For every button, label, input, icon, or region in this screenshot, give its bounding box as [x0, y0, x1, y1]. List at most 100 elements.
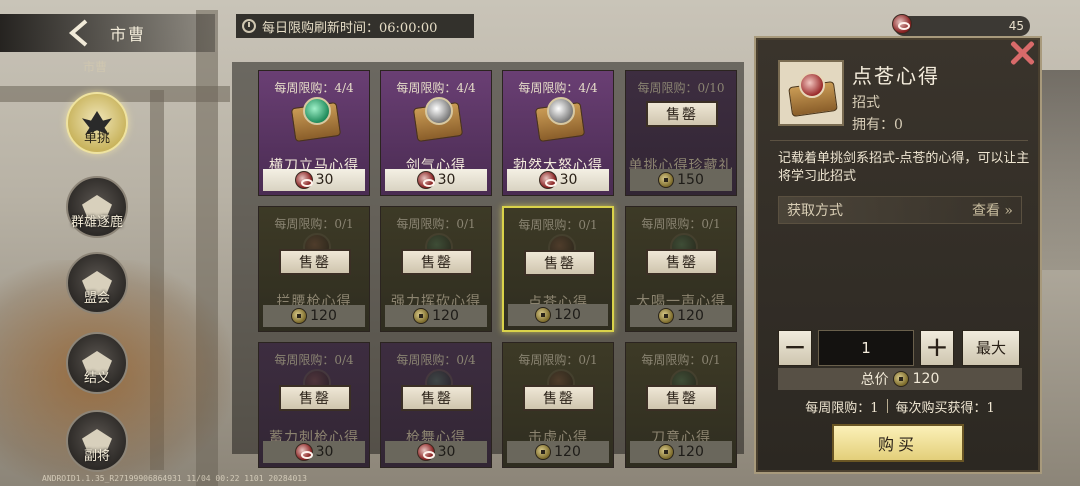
item-price: 30 [385, 441, 487, 463]
sold-out-badge: 售罄 [401, 385, 473, 411]
item-price: 120 [507, 441, 609, 463]
shop-item-card[interactable]: 每周限购：0/1 售罄 拦腰枪心得 120 [258, 206, 370, 332]
item-price: 30 [263, 169, 365, 191]
increase-button[interactable]: + [920, 330, 954, 366]
weekly-limit-text: 每周限购：1 [805, 400, 879, 416]
sidebar-item-label: 副将 [83, 449, 111, 464]
item-price: 120 [508, 304, 608, 326]
price-value: 120 [677, 444, 704, 460]
sidebar-partial-label: 市曹 [83, 60, 108, 74]
item-price: 30 [507, 169, 609, 191]
total-value: 120 [912, 371, 940, 387]
red-coin-icon [538, 171, 557, 189]
purchase-limit: 每周限购：0/1 [274, 217, 354, 231]
shop-item-card[interactable]: 每周限购：0/1 售罄 刀意心得 120 [625, 342, 737, 468]
obtain-method-row[interactable]: 获取方式 查看 » [778, 196, 1022, 224]
decrease-button[interactable]: − [778, 330, 812, 366]
total-price-row: 总价 120 [778, 368, 1022, 390]
item-price: 120 [263, 305, 365, 327]
sold-out-badge: 售罄 [401, 249, 473, 275]
sold-out-badge: 售罄 [523, 385, 595, 411]
shop-item-card[interactable]: 每周限购：4/4 剑气心得 30 [380, 70, 492, 196]
shop-item-card[interactable]: 每周限购：0/1 售罄 强力挥砍心得 120 [380, 206, 492, 332]
sold-out-badge: 售罄 [646, 101, 718, 127]
shop-item-card[interactable]: 每周限购：0/1 售罄 击虚心得 120 [502, 342, 614, 468]
shop-item-card[interactable]: 每周限购：0/1 售罄 大喝一声心得 120 [625, 206, 737, 332]
buy-button[interactable]: 购买 [832, 424, 964, 462]
item-description: 记载着单挑剑系招式-点苍的心得，可以让主将学习此招式 [778, 151, 1030, 184]
sidebar-item-heroes[interactable]: 群雄逐鹿 [62, 176, 132, 238]
purchase-limit-row: 每周限购：1 每次购买获得：1 [778, 396, 1022, 416]
obtain-method-label: 获取方式 [787, 203, 843, 219]
shop-item-card[interactable]: 每周限购：0/10售罄单挑心得珍藏礼包150 [625, 70, 737, 196]
daily-refresh-bar: 每日限购刷新时间：06:00:00 [236, 14, 474, 38]
title-bar: 市曹 [0, 14, 215, 52]
item-type: 招式 [852, 95, 880, 111]
gold-coin-icon [291, 308, 308, 324]
view-link[interactable]: 查看 » [972, 200, 1013, 220]
skill-scroll-icon [290, 97, 342, 143]
purchase-limit: 每周限购：0/1 [641, 353, 721, 367]
shop-item-card[interactable]: 每周限购：0/1 售罄 点苍心得 120 [502, 206, 614, 332]
red-coin-icon [294, 171, 313, 189]
red-coin-icon [892, 14, 912, 34]
refresh-time-text: 每日限购刷新时间：06:00:00 [262, 20, 438, 36]
shop-item-card[interactable]: 每周限购：0/4 售罄 蓄力刺枪心得 30 [258, 342, 370, 468]
sold-out-badge: 售罄 [646, 249, 718, 275]
back-arrow-icon[interactable] [64, 18, 94, 48]
quantity-field[interactable]: 1 [818, 330, 914, 366]
sidebar-item-label: 单挑 [83, 131, 111, 146]
price-value: 30 [315, 172, 334, 188]
page-title: 市曹 [110, 25, 147, 44]
skill-scroll-icon [412, 97, 464, 143]
gold-coin-icon [658, 172, 675, 188]
item-price: 120 [630, 441, 732, 463]
item-owned: 拥有：0 [852, 117, 903, 133]
sidebar-item-alliance[interactable]: 盟会 [62, 252, 132, 314]
purchase-limit: 每周限购：4/4 [274, 81, 354, 95]
close-icon[interactable] [1008, 38, 1036, 66]
sidebar-item-label: 结义 [83, 371, 111, 386]
sidebar-item-label: 盟会 [83, 291, 111, 306]
gold-coin-icon [658, 308, 675, 324]
sidebar-item-duel[interactable]: 单挑 [62, 92, 132, 154]
skill-scroll-icon [534, 97, 586, 143]
purchase-limit: 每周限购：0/4 [274, 353, 354, 367]
shop-item-card[interactable]: 每周限购：4/4 勃然大怒心得 30 [502, 70, 614, 196]
sidebar-item-brotherhood[interactable]: 结义 [62, 332, 132, 394]
price-value: 30 [437, 444, 456, 460]
price-value: 120 [432, 308, 459, 324]
shop-item-card[interactable]: 每周限购：4/4 横刀立马心得 30 [258, 70, 370, 196]
purchase-limit: 每周限购：0/10 [637, 81, 725, 95]
red-coin-icon [416, 443, 435, 461]
view-label: 查看 [971, 203, 1000, 219]
price-value: 30 [559, 172, 578, 188]
item-price: 120 [385, 305, 487, 327]
sidebar-item-deputy[interactable]: 副将 [62, 410, 132, 472]
gold-coin-icon [413, 308, 430, 324]
price-value: 120 [554, 444, 581, 460]
shop-item-card[interactable]: 每周限购：0/4 售罄 枪舞心得 30 [380, 342, 492, 468]
gold-coin-icon [535, 444, 552, 460]
total-label: 总价 [860, 372, 889, 388]
clock-icon [242, 19, 256, 33]
price-value: 120 [310, 308, 337, 324]
price-value: 30 [437, 172, 456, 188]
max-button[interactable]: 最大 [962, 330, 1020, 366]
chevron-right-icon: » [1004, 203, 1013, 219]
item-name: 点苍心得 [852, 64, 940, 88]
build-info-text: ANDROID1.1.35_R27199906864931 11/04 00:2… [42, 474, 307, 483]
sold-out-badge: 售罄 [524, 250, 596, 276]
price-value: 120 [677, 308, 704, 324]
sidebar-item-label: 群雄逐鹿 [70, 215, 124, 230]
currency-display: 45 [892, 14, 1030, 36]
sold-out-badge: 售罄 [279, 249, 351, 275]
purchase-limit: 每周限购：0/1 [518, 218, 598, 232]
red-coin-icon [416, 171, 435, 189]
divider [770, 140, 1028, 141]
currency-value: 45 [1008, 19, 1024, 33]
price-value: 30 [315, 444, 334, 460]
purchase-limit: 每周限购：0/4 [396, 353, 476, 367]
purchase-limit: 每周限购：0/1 [518, 353, 598, 367]
sold-out-badge: 售罄 [279, 385, 351, 411]
